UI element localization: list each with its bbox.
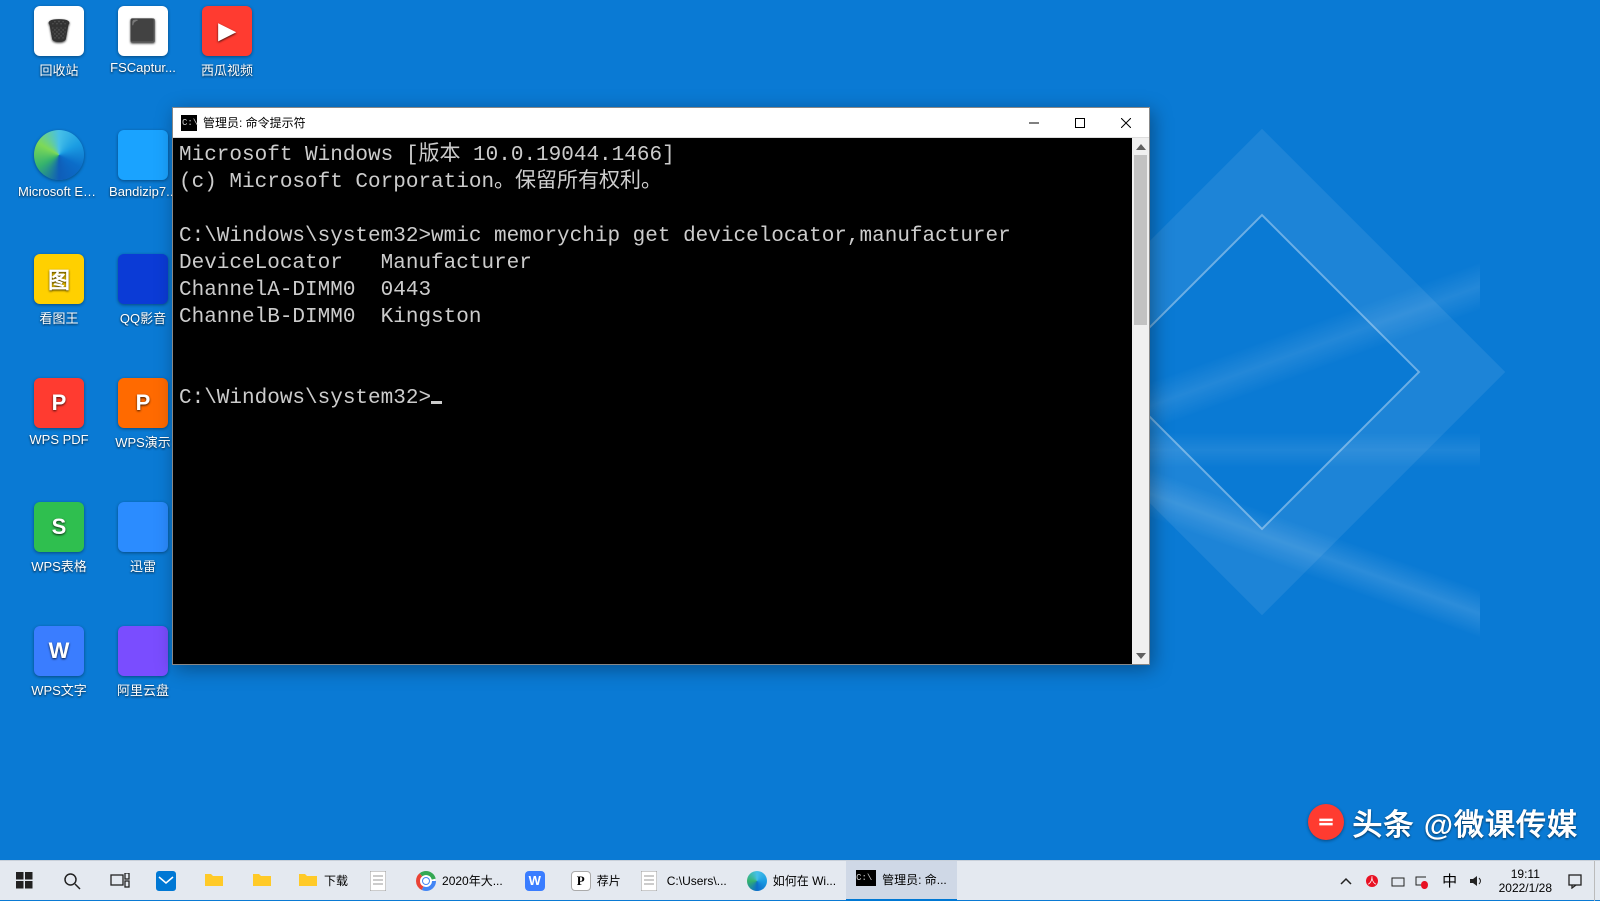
toutiao-icon — [1308, 804, 1344, 840]
maximize-button[interactable] — [1057, 108, 1103, 138]
cmd-icon — [181, 115, 197, 131]
desktop-icon[interactable]: Microsoft Edge — [18, 130, 100, 230]
taskbar-item[interactable]: 2020年大... — [406, 861, 513, 901]
scroll-down-icon[interactable] — [1132, 647, 1149, 664]
scrollbar[interactable] — [1132, 138, 1149, 664]
task-icon — [252, 871, 272, 891]
tray-icon-1[interactable]: 人 — [1363, 872, 1381, 890]
taskbar-item[interactable] — [358, 861, 406, 901]
svg-text:人: 人 — [1367, 876, 1376, 886]
taskbar-item[interactable]: 如何在 Wi... — [737, 861, 846, 901]
task-icon — [298, 871, 318, 891]
system-tray[interactable]: 人 中 19:11 2022/1/28 — [1327, 861, 1594, 901]
watermark: 头条 @微课传媒 — [1308, 800, 1578, 844]
taskbar-item[interactable]: C:\ 管理员: 命... — [846, 861, 957, 901]
scroll-thumb[interactable] — [1134, 155, 1147, 325]
clock[interactable]: 19:11 2022/1/28 — [1493, 867, 1558, 895]
desktop-icon[interactable]: ⬛FSCaptur... — [102, 6, 184, 106]
task-label: 下载 — [324, 872, 348, 889]
task-icon — [204, 871, 224, 891]
task-icon — [156, 871, 176, 891]
terminal-output[interactable]: Microsoft Windows [版本 10.0.19044.1466] (… — [173, 138, 1132, 664]
start-button[interactable] — [0, 861, 48, 901]
desktop-icon[interactable]: ▶西瓜视频 — [186, 6, 268, 106]
taskbar[interactable]: 下载 2020年大... W P 荐片 C:\Users\... 如何在 Wi... C:\ 管… — [0, 860, 1600, 900]
volume-icon[interactable] — [1467, 872, 1485, 890]
clock-date: 2022/1/28 — [1499, 881, 1552, 895]
task-label: C:\Users\... — [667, 874, 727, 888]
titlebar[interactable]: 管理员: 命令提示符 — [173, 108, 1149, 138]
desktop-icon[interactable]: PWPS PDF — [18, 378, 100, 478]
notification-icon[interactable] — [1566, 872, 1584, 890]
taskbar-item[interactable] — [192, 861, 240, 901]
taskbar-item[interactable]: C:\Users\... — [631, 861, 737, 901]
cmd-window[interactable]: 管理员: 命令提示符 Microsoft Windows [版本 10.0.19… — [172, 107, 1150, 665]
taskbar-item[interactable] — [240, 861, 288, 901]
task-icon — [641, 871, 661, 891]
desktop-icon[interactable]: 🗑回收站 — [18, 6, 100, 106]
watermark-text: 头条 @微课传媒 — [1352, 800, 1578, 844]
task-label: 2020年大... — [442, 872, 503, 889]
task-icon — [370, 871, 390, 891]
task-label: 管理员: 命... — [882, 871, 947, 888]
task-icon — [747, 871, 767, 891]
scroll-up-icon[interactable] — [1132, 138, 1149, 155]
network-icon[interactable] — [1415, 872, 1433, 890]
taskbar-item[interactable]: 下载 — [288, 861, 358, 901]
task-icon: P — [571, 871, 591, 891]
taskbar-item[interactable]: W — [513, 861, 561, 901]
chevron-up-icon[interactable] — [1337, 872, 1355, 890]
desktop-icon[interactable]: 图看图王 — [18, 254, 100, 354]
task-icon: W — [525, 871, 545, 891]
taskbar-item[interactable] — [144, 861, 192, 901]
desktop-icon[interactable]: WWPS文字 — [18, 626, 100, 726]
desktop-icon[interactable]: SWPS表格 — [18, 502, 100, 602]
show-desktop-button[interactable] — [1594, 861, 1600, 901]
clock-time: 19:11 — [1499, 867, 1552, 881]
search-button[interactable] — [48, 861, 96, 901]
task-label: 如何在 Wi... — [773, 872, 836, 889]
ime-icon[interactable]: 中 — [1441, 872, 1459, 890]
task-label: 荐片 — [597, 872, 621, 889]
tray-icon-2[interactable] — [1389, 872, 1407, 890]
task-icon: C:\ — [856, 870, 876, 890]
taskbar-item[interactable]: P 荐片 — [561, 861, 631, 901]
close-button[interactable] — [1103, 108, 1149, 138]
window-title: 管理员: 命令提示符 — [203, 114, 306, 131]
taskview-button[interactable] — [96, 861, 144, 901]
task-icon — [416, 871, 436, 891]
minimize-button[interactable] — [1011, 108, 1057, 138]
